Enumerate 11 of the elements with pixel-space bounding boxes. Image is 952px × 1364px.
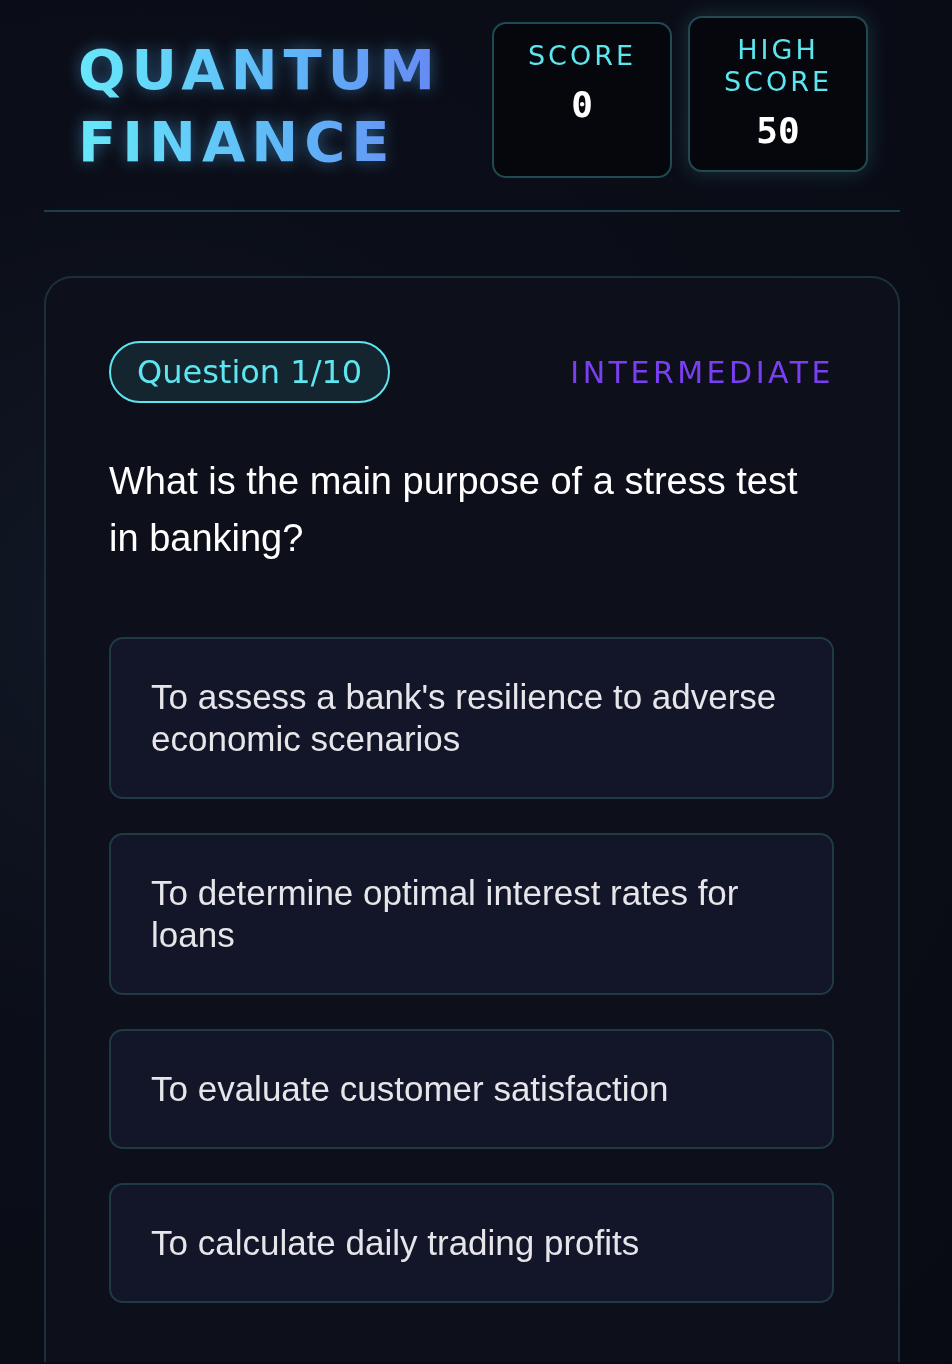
question-counter-badge: Question 1/10 xyxy=(109,341,391,403)
score-label: SCORE xyxy=(526,40,638,72)
score-label: HIGH SCORE xyxy=(722,34,834,98)
answer-option[interactable]: To assess a bank's resilience to adverse economic scenarios xyxy=(109,637,834,799)
answer-option[interactable]: To evaluate customer satisfaction xyxy=(109,1029,834,1149)
score-value: 50 xyxy=(756,111,800,151)
score-value: 0 xyxy=(571,85,593,125)
difficulty-label: INTERMEDIATE xyxy=(570,353,834,392)
answer-option[interactable]: To determine optimal interest rates for loans xyxy=(109,833,834,995)
question-text: What is the main purpose of a stress test in banking? xyxy=(109,459,799,561)
answer-option[interactable]: To calculate daily trading profits xyxy=(109,1183,834,1303)
